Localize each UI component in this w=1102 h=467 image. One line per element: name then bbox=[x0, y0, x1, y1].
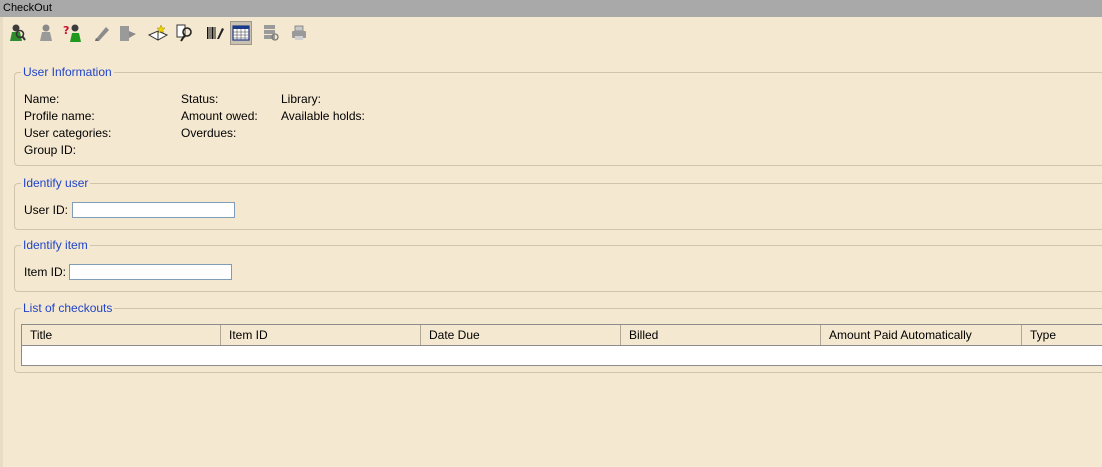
user-categories-label: User categories: bbox=[24, 126, 112, 140]
library-label: Library: bbox=[281, 92, 322, 106]
book-add-icon[interactable] bbox=[147, 21, 169, 45]
item-id-input[interactable] bbox=[69, 264, 232, 280]
identify-user-legend: Identify user bbox=[21, 176, 91, 190]
status-label: Status: bbox=[181, 92, 219, 106]
window-edge bbox=[0, 17, 3, 467]
column-header-item-id[interactable]: Item ID bbox=[221, 325, 421, 345]
checkouts-table-header: Title Item ID Date Due Billed Amount Pai… bbox=[22, 325, 1102, 346]
user-information-group: User Information Name: Profile name: Use… bbox=[14, 65, 1102, 166]
window-title: CheckOut bbox=[0, 0, 1102, 17]
pen-icon[interactable] bbox=[91, 21, 113, 45]
column-header-date-due[interactable]: Date Due bbox=[421, 325, 621, 345]
profile-name-label: Profile name: bbox=[24, 109, 95, 123]
search-magnifier-icon[interactable] bbox=[174, 21, 196, 45]
barcode-icon[interactable] bbox=[204, 21, 226, 45]
column-header-title[interactable]: Title bbox=[22, 325, 221, 345]
printer-icon[interactable] bbox=[288, 21, 310, 45]
identify-item-legend: Identify item bbox=[21, 238, 90, 252]
user-information-legend: User Information bbox=[21, 65, 114, 79]
amount-owed-label: Amount owed: bbox=[181, 109, 258, 123]
user-id-label: User ID: bbox=[24, 203, 69, 217]
user-id-input[interactable] bbox=[72, 202, 235, 218]
group-id-label: Group ID: bbox=[24, 143, 77, 157]
user-arrow-icon[interactable] bbox=[117, 21, 139, 45]
overdues-label: Overdues: bbox=[181, 126, 237, 140]
user-help-icon[interactable]: ? bbox=[61, 21, 83, 45]
column-header-type[interactable]: Type bbox=[1022, 325, 1102, 345]
item-id-label: Item ID: bbox=[24, 265, 67, 279]
user-icon[interactable] bbox=[35, 21, 57, 45]
stack-icon[interactable] bbox=[260, 21, 282, 45]
column-header-billed[interactable]: Billed bbox=[621, 325, 821, 345]
list-of-checkouts-legend: List of checkouts bbox=[21, 301, 115, 315]
name-label: Name: bbox=[24, 92, 60, 106]
user-search-icon[interactable] bbox=[6, 21, 28, 45]
identify-item-group: Identify item Item ID: bbox=[14, 238, 1102, 292]
column-header-amount-paid[interactable]: Amount Paid Automatically bbox=[821, 325, 1022, 345]
calendar-grid-icon[interactable] bbox=[230, 21, 252, 45]
available-holds-label: Available holds: bbox=[281, 109, 365, 123]
list-of-checkouts-group: List of checkouts Title Item ID Date Due… bbox=[14, 301, 1102, 373]
checkouts-table[interactable]: Title Item ID Date Due Billed Amount Pai… bbox=[21, 324, 1102, 366]
identify-user-group: Identify user User ID: bbox=[14, 176, 1102, 230]
svg-text:?: ? bbox=[63, 24, 69, 37]
